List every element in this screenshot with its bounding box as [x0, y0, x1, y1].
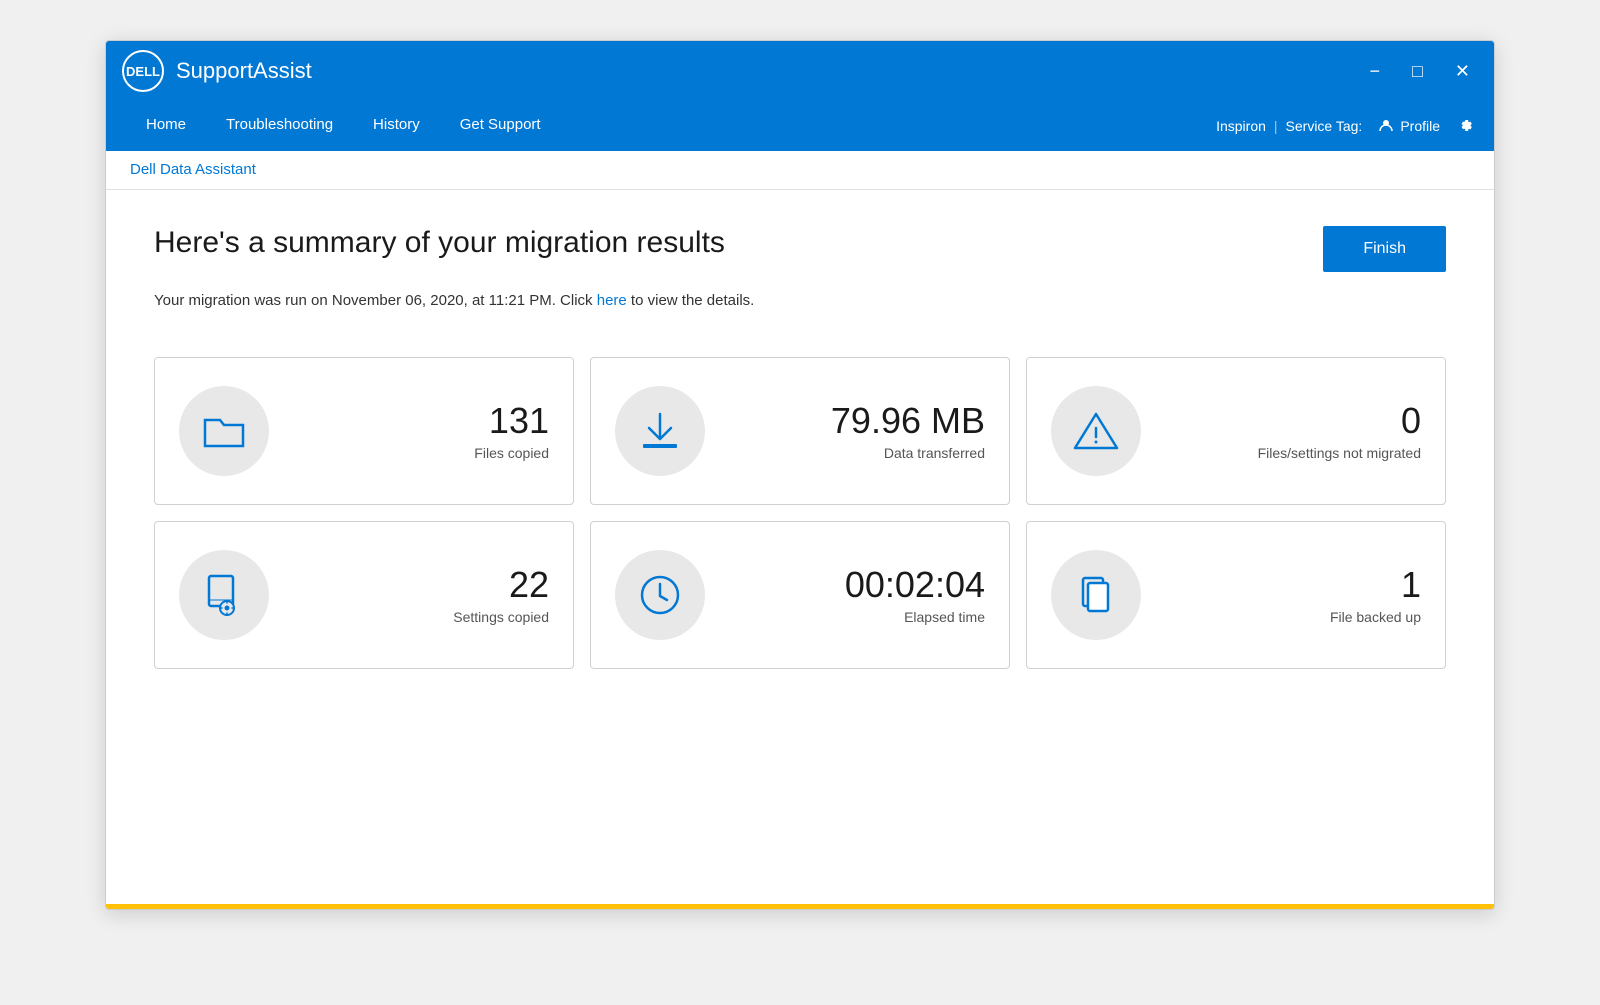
device-name: Inspiron: [1216, 118, 1266, 134]
nav-get-support[interactable]: Get Support: [440, 102, 561, 150]
warning-icon: [1071, 406, 1121, 456]
backup-file-icon: [1071, 570, 1121, 620]
data-transferred-icon-circle: [615, 386, 705, 476]
nav-divider: |: [1274, 118, 1278, 134]
service-tag-label: Service Tag:: [1286, 118, 1363, 134]
nav-right: Inspiron | Service Tag: Profile: [1216, 115, 1474, 138]
page-header: Here's a summary of your migration resul…: [154, 226, 1446, 272]
stat-card-settings-copied: 22 Settings copied: [154, 521, 574, 669]
minimize-button[interactable]: −: [1362, 58, 1389, 84]
not-migrated-value: 0: [1401, 401, 1421, 441]
not-migrated-label: Files/settings not migrated: [1258, 445, 1421, 461]
migration-info-prefix: Your migration was run on November 06, 2…: [154, 292, 597, 309]
file-backed-up-value: 1: [1401, 565, 1421, 605]
settings-copied-icon-circle: [179, 550, 269, 640]
file-backed-up-label: File backed up: [1330, 609, 1421, 625]
data-transferred-info: 79.96 MB Data transferred: [729, 401, 985, 461]
dell-logo: DELL: [122, 50, 164, 92]
file-backed-up-info: 1 File backed up: [1165, 565, 1421, 625]
device-info: Inspiron | Service Tag:: [1216, 118, 1362, 134]
stat-card-data-transferred: 79.96 MB Data transferred: [590, 357, 1010, 505]
migration-details-link[interactable]: here: [597, 292, 627, 309]
subheader-title: Dell Data Assistant: [130, 161, 256, 178]
settings-button[interactable]: [1456, 115, 1474, 138]
elapsed-time-label: Elapsed time: [904, 609, 985, 625]
bottom-accent-bar: [106, 904, 1494, 909]
files-copied-value: 131: [489, 401, 549, 441]
profile-label: Profile: [1400, 118, 1440, 134]
data-transferred-label: Data transferred: [884, 445, 985, 461]
navbar: Home Troubleshooting History Get Support…: [106, 101, 1494, 151]
folder-icon: [199, 406, 249, 456]
migration-info: Your migration was run on November 06, 2…: [154, 292, 1446, 309]
nav-links: Home Troubleshooting History Get Support: [126, 102, 1216, 150]
app-title: SupportAssist: [176, 58, 1362, 84]
stats-grid: 131 Files copied 79.96 MB Data transferr…: [154, 357, 1446, 669]
subheader: Dell Data Assistant: [106, 151, 1494, 190]
nav-home[interactable]: Home: [126, 102, 206, 150]
elapsed-time-icon-circle: [615, 550, 705, 640]
app-window: DELL SupportAssist − □ ✕ Home Troublesho…: [105, 40, 1495, 910]
settings-copied-value: 22: [509, 565, 549, 605]
settings-file-icon: [199, 570, 249, 620]
nav-troubleshooting[interactable]: Troubleshooting: [206, 102, 353, 150]
stat-card-elapsed-time: 00:02:04 Elapsed time: [590, 521, 1010, 669]
profile-area[interactable]: Profile: [1378, 118, 1440, 134]
settings-copied-label: Settings copied: [453, 609, 549, 625]
gear-icon: [1456, 115, 1474, 133]
window-controls: − □ ✕: [1362, 58, 1478, 84]
stat-card-files-copied: 131 Files copied: [154, 357, 574, 505]
not-migrated-icon-circle: [1051, 386, 1141, 476]
migration-info-suffix: to view the details.: [627, 292, 755, 309]
elapsed-time-info: 00:02:04 Elapsed time: [729, 565, 985, 625]
maximize-button[interactable]: □: [1404, 58, 1431, 84]
settings-copied-info: 22 Settings copied: [293, 565, 549, 625]
page-title: Here's a summary of your migration resul…: [154, 226, 725, 260]
not-migrated-info: 0 Files/settings not migrated: [1165, 401, 1421, 461]
data-transferred-value: 79.96 MB: [831, 401, 985, 441]
download-icon: [635, 406, 685, 456]
titlebar: DELL SupportAssist − □ ✕: [106, 41, 1494, 101]
finish-button[interactable]: Finish: [1323, 226, 1446, 272]
profile-icon: [1378, 118, 1394, 134]
stat-card-not-migrated: 0 Files/settings not migrated: [1026, 357, 1446, 505]
nav-history[interactable]: History: [353, 102, 440, 150]
close-button[interactable]: ✕: [1447, 58, 1478, 84]
files-copied-icon-circle: [179, 386, 269, 476]
main-content: Here's a summary of your migration resul…: [106, 190, 1494, 904]
file-backed-up-icon-circle: [1051, 550, 1141, 640]
elapsed-time-value: 00:02:04: [845, 565, 985, 605]
files-copied-info: 131 Files copied: [293, 401, 549, 461]
clock-icon: [635, 570, 685, 620]
stat-card-file-backed-up: 1 File backed up: [1026, 521, 1446, 669]
files-copied-label: Files copied: [474, 445, 549, 461]
